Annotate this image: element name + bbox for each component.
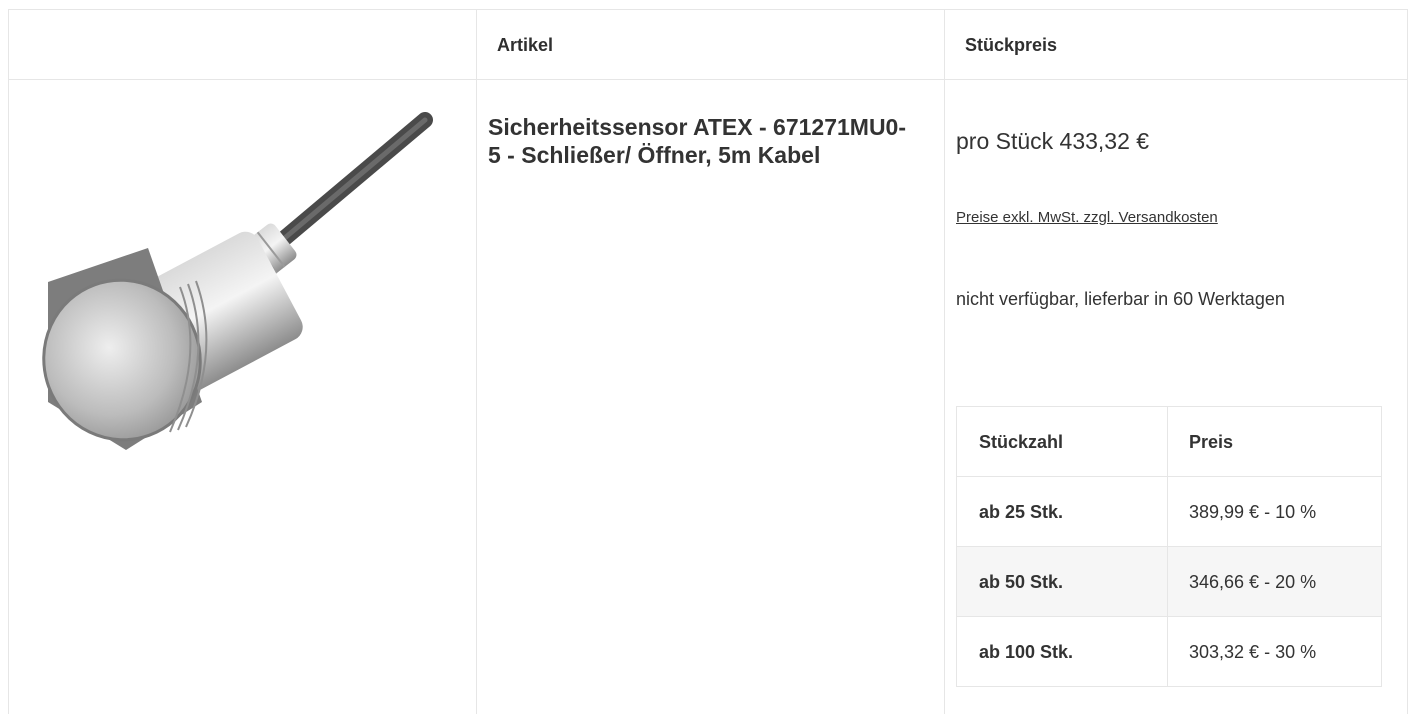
product-image[interactable] [30,102,440,462]
column-divider [944,10,945,714]
tier-quantity: ab 25 Stk. [979,502,1064,522]
tier-divider [1167,477,1168,546]
header-article: Artikel [497,35,554,55]
product-title[interactable]: Sicherheitssensor ATEX - 671271MU0-5 - S… [488,113,908,169]
tier-price: 303,32 € - 30 % [1189,642,1317,662]
tier-price: 346,66 € - 20 % [1189,572,1317,592]
tier-divider [1167,617,1168,686]
table-row: ab 100 Stk. 303,32 € - 30 % [957,617,1381,687]
tier-price: 389,99 € - 10 % [1189,502,1317,522]
tier-divider [1167,407,1168,476]
tier-price-table: Stückzahl Preis ab 25 Stk. 389,99 € - 10… [956,406,1382,687]
table-row: ab 25 Stk. 389,99 € - 10 % [957,477,1381,547]
table-header-row: Artikel Stückpreis [9,10,1407,80]
tier-divider [1167,547,1168,616]
tier-header-row: Stückzahl Preis [957,407,1381,477]
price-note-link[interactable]: Preise exkl. MwSt. zzgl. Versandkosten [956,209,1224,226]
column-divider [476,10,477,714]
tier-quantity: ab 100 Stk. [979,642,1074,662]
table-row: ab 50 Stk. 346,66 € - 20 % [957,547,1381,617]
availability-status: nicht verfügbar, lieferbar in 60 Werktag… [956,289,1285,309]
tier-header-price: Preis [1189,432,1234,452]
unit-price: pro Stück 433,32 € [956,128,1150,154]
tier-header-quantity: Stückzahl [979,432,1064,452]
header-unit-price: Stückpreis [965,35,1058,55]
tier-quantity: ab 50 Stk. [979,572,1064,592]
